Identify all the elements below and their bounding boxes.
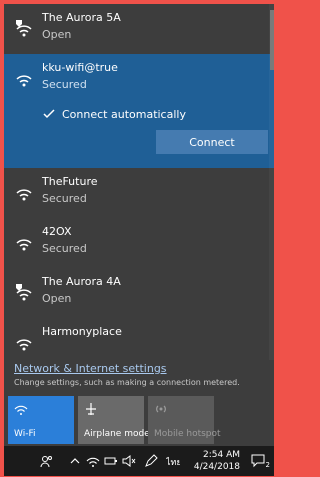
- battery-icon[interactable]: [104, 454, 118, 468]
- pen-icon[interactable]: [144, 454, 158, 468]
- network-item-selected[interactable]: kku-wifi@true Secured Connect automatica…: [4, 54, 274, 168]
- wifi-secured-icon: [16, 339, 32, 351]
- wifi-icon[interactable]: [86, 454, 100, 468]
- network-name: TheFuture: [42, 175, 98, 188]
- wifi-tile-label: Wi-Fi: [14, 429, 36, 439]
- network-name: The Aurora 5A: [42, 11, 121, 24]
- mobile-hotspot-tile[interactable]: Mobile hotspot: [148, 396, 221, 444]
- network-item[interactable]: The Aurora 4A Open: [4, 268, 274, 318]
- wifi-open-warning-icon: [16, 284, 32, 301]
- volume-mute-icon[interactable]: [122, 454, 136, 468]
- people-icon[interactable]: [40, 454, 54, 468]
- network-name: The Aurora 4A: [42, 275, 121, 288]
- network-status: Secured: [42, 192, 87, 205]
- network-item[interactable]: Harmonyplace: [4, 318, 274, 360]
- network-name: 42OX: [42, 225, 72, 238]
- network-status: Secured: [42, 78, 87, 91]
- scrollbar-thumb[interactable]: [270, 10, 274, 70]
- airplane-icon: [86, 403, 96, 415]
- network-name: Harmonyplace: [42, 325, 122, 338]
- wifi-secured-icon: [16, 239, 32, 251]
- network-item[interactable]: 42OX Secured: [4, 218, 274, 268]
- wifi-open-warning-icon: [16, 20, 32, 37]
- hotspot-icon: [156, 405, 166, 413]
- network-settings-description: Change settings, such as making a connec…: [14, 378, 240, 387]
- connect-automatically-label: Connect automatically: [62, 107, 186, 121]
- wifi-secured-icon: [16, 189, 32, 201]
- network-flyout: The Aurora 5A Open kku-wifi@true Secured…: [4, 4, 274, 446]
- network-list-scrollbar[interactable]: [269, 4, 274, 360]
- network-status: Open: [42, 28, 72, 41]
- airplane-mode-tile[interactable]: Airplane mode: [78, 396, 150, 444]
- connect-automatically-checkbox[interactable]: Connect automatically: [42, 106, 186, 122]
- wifi-icon: [14, 405, 28, 415]
- network-item[interactable]: TheFuture Secured: [4, 168, 274, 218]
- network-settings-link[interactable]: Network & Internet settings: [14, 362, 167, 375]
- chevron-up-icon[interactable]: [68, 454, 82, 468]
- airplane-mode-label: Airplane mode: [84, 429, 150, 439]
- clock-date: 4/24/2018: [193, 462, 240, 472]
- quick-actions: Wi-Fi Airplane mode Mobile hotspot: [8, 396, 221, 444]
- notification-count: 2: [265, 461, 270, 469]
- wifi-secured-icon: [16, 75, 32, 87]
- network-status: Secured: [42, 242, 87, 255]
- network-status: Open: [42, 292, 72, 305]
- keyboard-language-icon[interactable]: ไทย: [166, 454, 180, 468]
- network-name: kku-wifi@true: [42, 61, 118, 74]
- network-list: The Aurora 5A Open kku-wifi@true Secured…: [4, 4, 274, 360]
- taskbar: ไทย 2:54 AM 4/24/2018 2: [4, 446, 274, 476]
- network-item[interactable]: The Aurora 5A Open: [4, 4, 274, 54]
- svg-text:ไทย: ไทย: [166, 457, 180, 468]
- taskbar-clock[interactable]: 2:54 AM 4/24/2018: [194, 449, 240, 473]
- checkmark-icon: [43, 109, 55, 119]
- wifi-tile[interactable]: Wi-Fi: [8, 396, 74, 444]
- connect-button[interactable]: Connect: [156, 130, 268, 154]
- clock-time: 2:54 AM: [203, 450, 240, 460]
- mobile-hotspot-label: Mobile hotspot: [154, 429, 221, 439]
- action-center-icon[interactable]: [250, 452, 266, 468]
